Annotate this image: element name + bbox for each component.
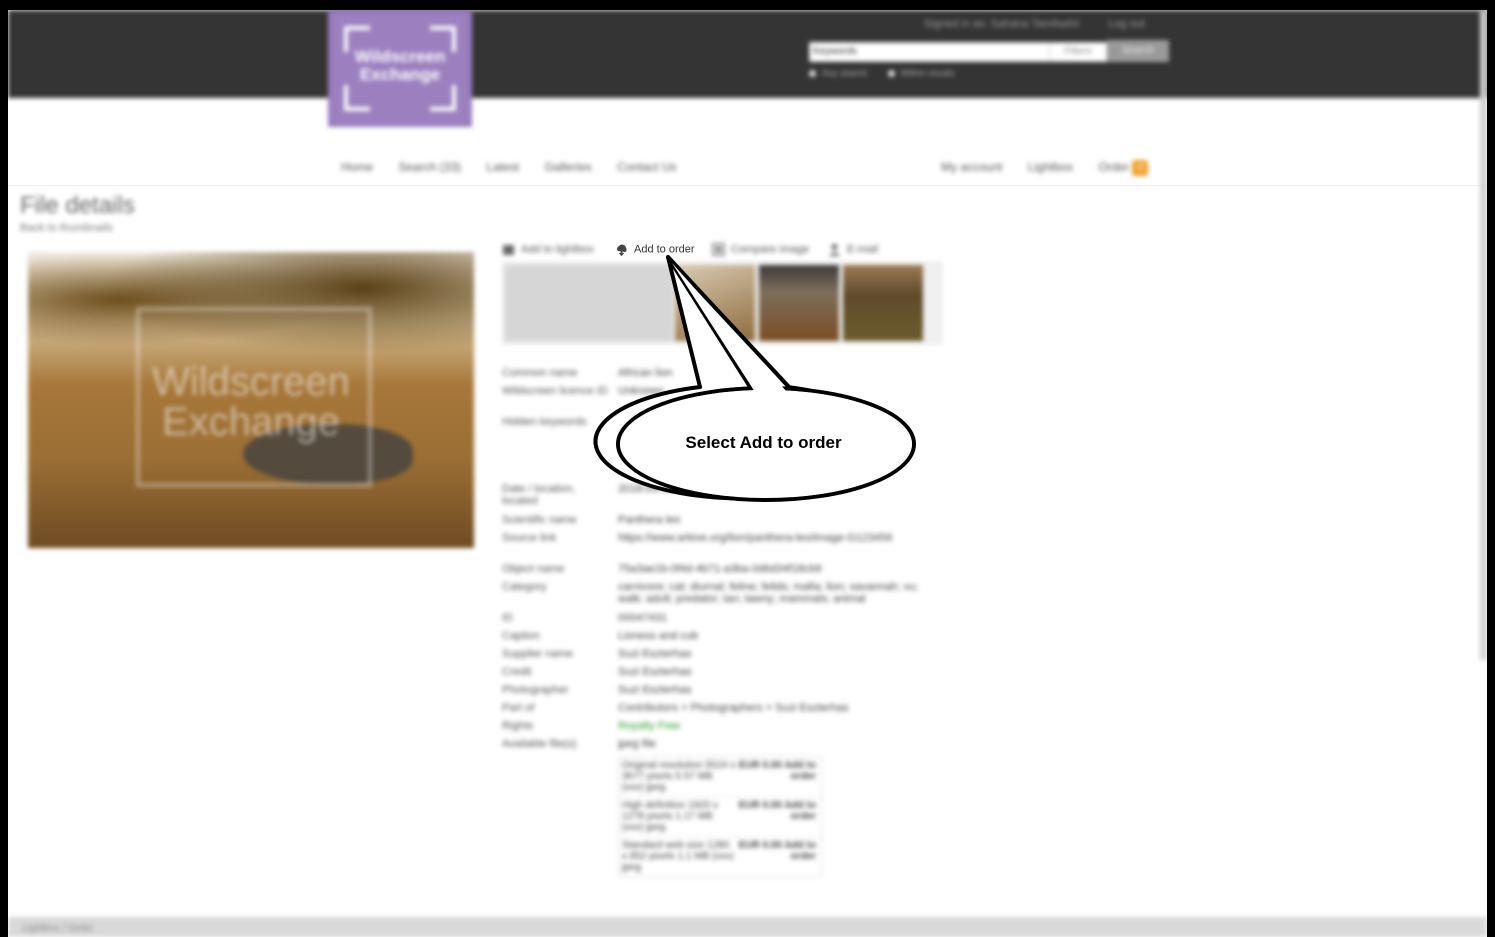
detail-row: Rights Royalty Free [502, 720, 681, 732]
header-bar: Signed in as: Sahana Tamilselvi Log out … [8, 10, 1487, 98]
logo-text-2: Exchange [359, 65, 441, 84]
detail-row: Source link https://www.arkive.org/lion/p… [502, 532, 942, 558]
callout-text: Select Add to order [685, 433, 842, 452]
footer-bar: Lightbox / Order [8, 917, 1487, 937]
nav-divider [8, 185, 1487, 186]
top-links: Signed in as: Sahana Tamilselvi Log out [924, 18, 1171, 30]
price-add-to-order[interactable]: EUR 0.00 Add to order [736, 760, 816, 793]
price-table: Original resolution 5524 x 3677 pixels 5… [618, 756, 822, 877]
source-link[interactable]: https://www.arkive.org/lion/panthera-leo… [618, 532, 942, 544]
nav-galleries[interactable]: Galleries [544, 160, 591, 174]
site-logo[interactable]: Wildscreen Exchange [328, 10, 472, 127]
nav-contact[interactable]: Contact Us [617, 160, 676, 174]
thumbnail-3[interactable] [843, 265, 923, 341]
scrollbar[interactable] [1480, 10, 1487, 660]
price-add-to-order[interactable]: EUR 0.00 Add to order [736, 840, 816, 873]
add-to-order-button[interactable]: Add to order [615, 243, 695, 256]
detail-row: Category carnivore; cat; diurnal; feline;… [502, 581, 919, 605]
nav-my-account[interactable]: My account [941, 160, 1002, 174]
thumbnail-placeholder [505, 265, 673, 341]
thumbnail-strip [502, 262, 942, 344]
watermark-text: Wildscreen Exchange [152, 360, 350, 444]
logout-link[interactable]: Log out [1108, 18, 1145, 30]
search-input[interactable]: Keywords [809, 42, 1053, 62]
page-title: File details [20, 192, 135, 219]
detail-row: Caption Lioness and cub [502, 630, 699, 642]
search-button[interactable]: Search [1107, 40, 1169, 62]
detail-row: Common name African lion [502, 367, 673, 379]
detail-row: Available file(s) jpeg file [502, 738, 656, 750]
nav-latest[interactable]: Latest [486, 160, 519, 174]
nav-order[interactable]: Order 0 [1098, 160, 1149, 176]
price-add-to-order[interactable]: EUR 0.00 Add to order [736, 800, 816, 833]
detail-row: Credit Suzi Eszterhas [502, 666, 692, 678]
nav-search[interactable]: Search (33) [398, 160, 461, 174]
price-row: High definition 1920 x 1278 pixels 1.17 … [619, 797, 821, 837]
radio-icon [887, 70, 895, 78]
email-button[interactable]: E-mail [828, 243, 878, 256]
thumbnail-1[interactable] [675, 265, 755, 341]
price-row: Standard web size 1280 x 852 pixels 1.1 … [622, 840, 816, 873]
thumbnail-2[interactable] [759, 265, 839, 341]
back-to-thumbnails-link[interactable]: Back to thumbnails [20, 222, 113, 234]
main-preview-image[interactable]: Wildscreen Exchange [28, 252, 474, 548]
page: Signed in as: Sahana Tamilselvi Log out … [8, 10, 1487, 937]
detail-row: Wildscreen licence ID Unknown [502, 385, 664, 397]
detail-row: Photographer Suzi Eszterhas [502, 684, 692, 696]
search-filter-select[interactable]: Filters [1049, 42, 1107, 62]
detail-row: ID 00047431 [502, 612, 667, 624]
logo-text-1: Wildscreen [354, 47, 446, 66]
search-option-within[interactable]: Within results [887, 68, 955, 78]
person-icon [829, 244, 840, 256]
lightbox-icon [503, 245, 514, 255]
footer-text[interactable]: Lightbox / Order [22, 923, 94, 934]
nav-home[interactable]: Home [341, 160, 373, 174]
main-nav: Home Search (33) Latest Galleries Contac… [8, 160, 1487, 182]
nav-lightbox[interactable]: Lightbox [1028, 160, 1073, 174]
detail-row: Part of Contributors > Photographers > Su… [502, 702, 942, 715]
basket-count-badge: 0 [1132, 160, 1149, 176]
cloud-download-icon [617, 244, 627, 256]
detail-row: Object name 75a3ae1b-0f4d-4b71-a3ba-0d6d3… [502, 563, 822, 575]
radio-icon [809, 70, 816, 78]
compare-icon [712, 243, 725, 256]
part-of-link[interactable]: Contributors > Photographers > Suzi Eszt… [618, 702, 942, 714]
signed-in-link[interactable]: Signed in as: Sahana Tamilselvi [924, 18, 1079, 30]
detail-row: Scientific name Panthera leo [502, 514, 681, 526]
detail-row: Supplier name Suzi Eszterhas [502, 648, 692, 660]
add-to-lightbox-button[interactable]: Add to lightbox [502, 243, 594, 256]
search-option-any[interactable]: Any search [809, 68, 867, 78]
detail-row: Date / location, located 2018-09-14 Kenya [502, 483, 709, 507]
compare-image-button[interactable]: Compare image [712, 243, 809, 256]
search-options: Any search Within results [809, 68, 973, 78]
price-row: Original resolution 5524 x 3677 pixels 5… [619, 757, 821, 797]
